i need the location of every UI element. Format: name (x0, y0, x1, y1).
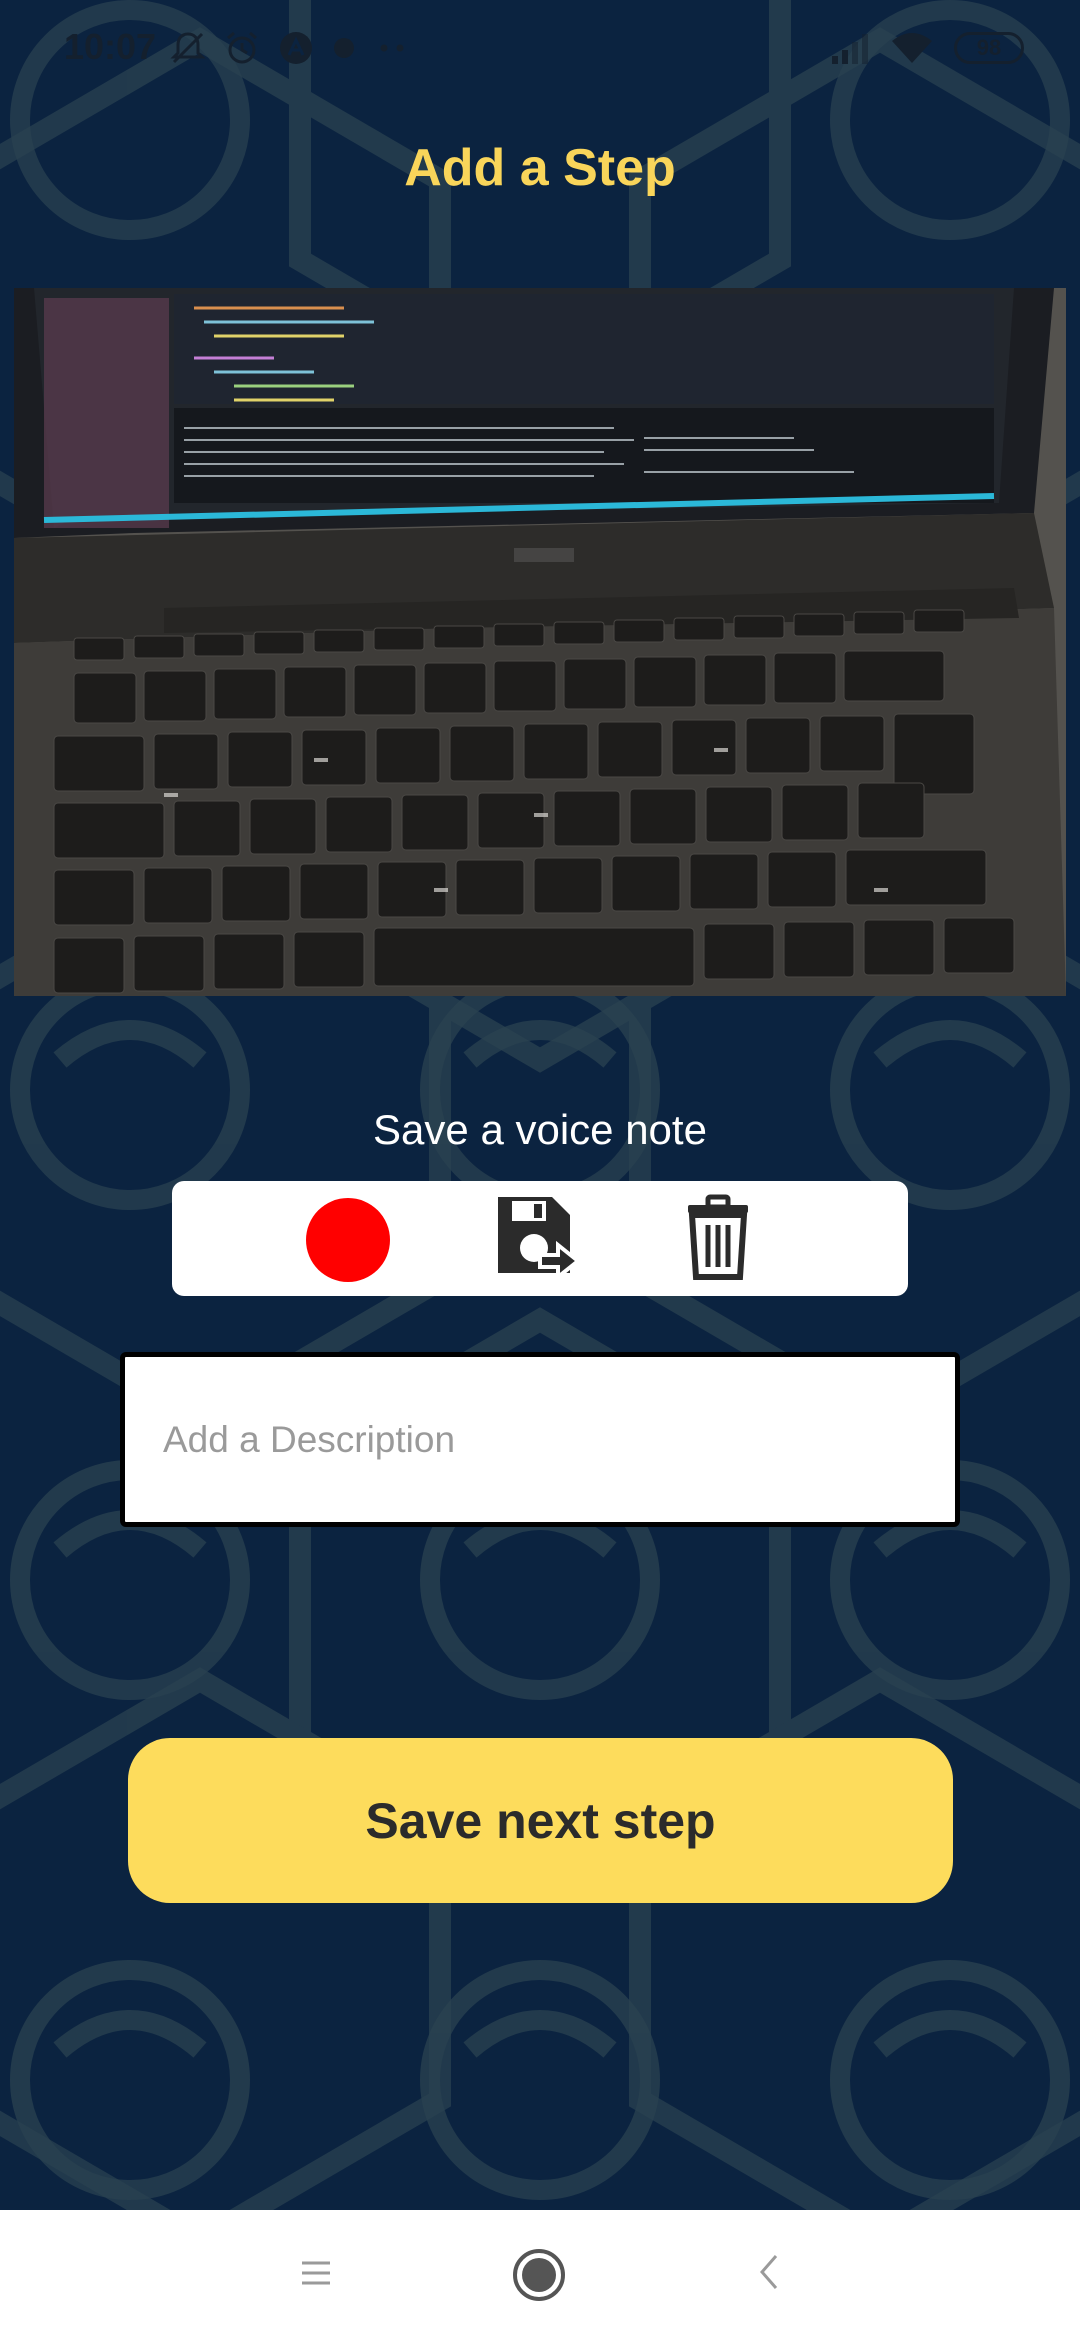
home-icon[interactable] (512, 2248, 566, 2302)
page-title: Add a Step (404, 139, 676, 197)
description-input[interactable] (163, 1405, 923, 1475)
description-field (120, 1352, 960, 1527)
wifi-icon (892, 33, 932, 63)
app-screen: 10:07 98 Add a Step Save a voice note Ad… (0, 0, 1080, 2340)
navigation-bar (0, 2210, 1080, 2340)
voice-note-panel (172, 1181, 908, 1296)
menu-icon[interactable] (296, 2253, 336, 2293)
save-audio-icon[interactable] (494, 1193, 578, 1281)
signal-icon (832, 34, 868, 64)
status-icons-left (170, 28, 410, 68)
save-next-step-button[interactable]: Save next step (128, 1738, 953, 1903)
alarm-icon (227, 31, 257, 64)
more-dots-icon (380, 44, 404, 52)
status-bar: 10:07 98 (0, 0, 1080, 96)
voice-note-label: Save a voice note (373, 1106, 707, 1153)
dot-icon (334, 38, 354, 58)
battery-icon: 98 (954, 32, 1024, 64)
status-icons-right: 98 (830, 26, 1024, 70)
status-time: 10:07 (64, 26, 157, 67)
mute-icon (170, 32, 206, 64)
trash-icon[interactable] (682, 1193, 754, 1281)
record-button[interactable] (306, 1198, 390, 1282)
vpn-icon (280, 32, 312, 64)
back-icon[interactable] (754, 2250, 784, 2294)
step-photo[interactable] (14, 288, 1066, 996)
